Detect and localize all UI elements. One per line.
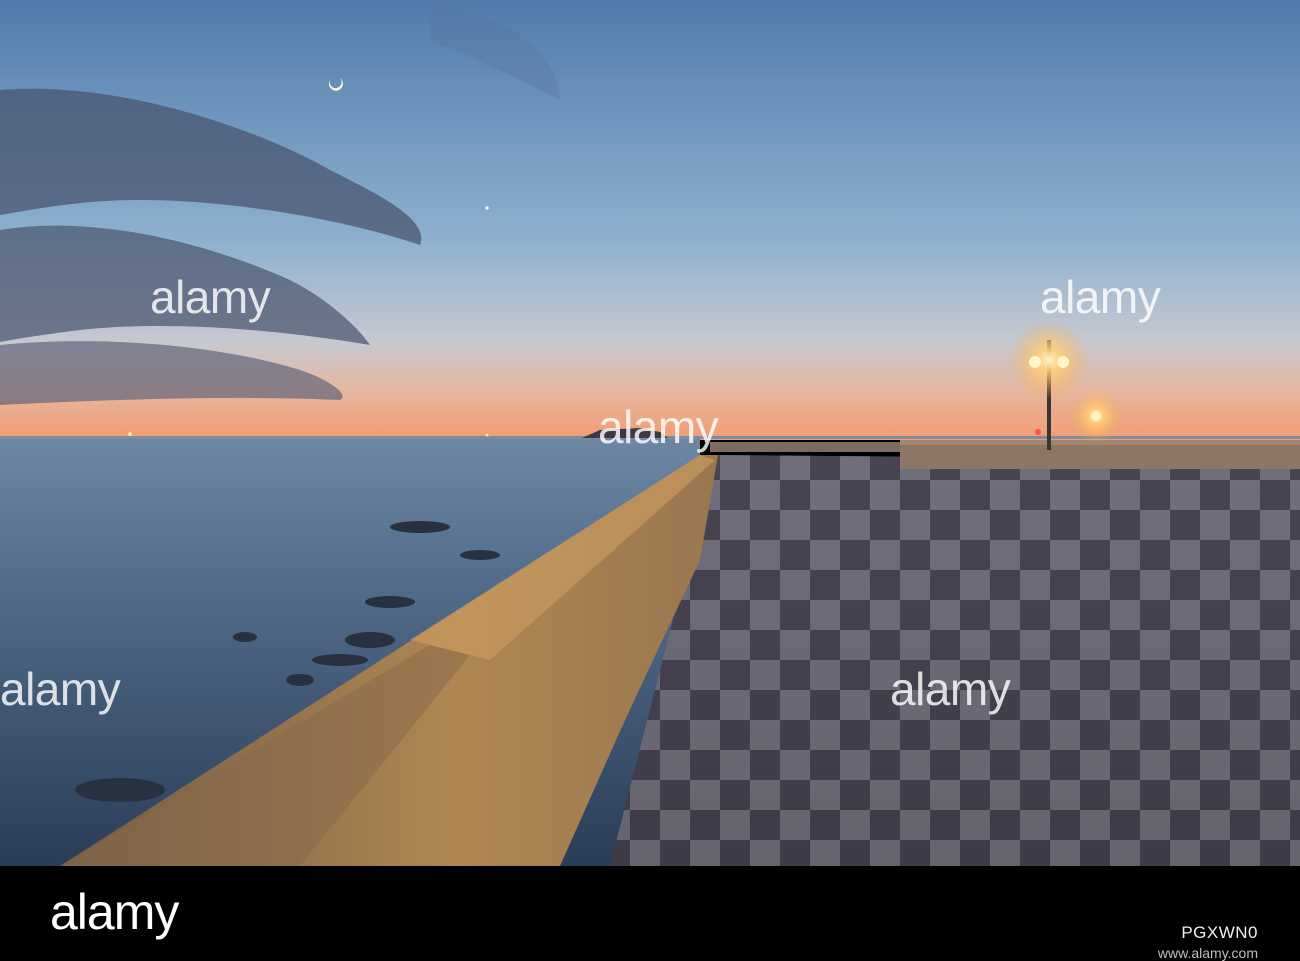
watermark-text: alamy <box>890 663 1011 715</box>
image-id: PGXWN0 <box>1181 923 1258 942</box>
watermark-text: alamy <box>0 663 121 715</box>
far-railing <box>900 443 1300 469</box>
footer-bar: alamy PGXWN0 www.alamy.com <box>0 866 1300 961</box>
street-lamp-far <box>1070 390 1122 442</box>
brand-logo: alamy <box>50 884 179 940</box>
photo: alamy alamy alamy alamy alamy <box>0 0 1300 866</box>
site-url: www.alamy.com <box>1157 945 1258 961</box>
star <box>485 206 489 210</box>
watermark-text: alamy <box>598 401 719 453</box>
watermark-text: alamy <box>150 271 271 323</box>
watermark-text: alamy <box>1040 271 1161 323</box>
